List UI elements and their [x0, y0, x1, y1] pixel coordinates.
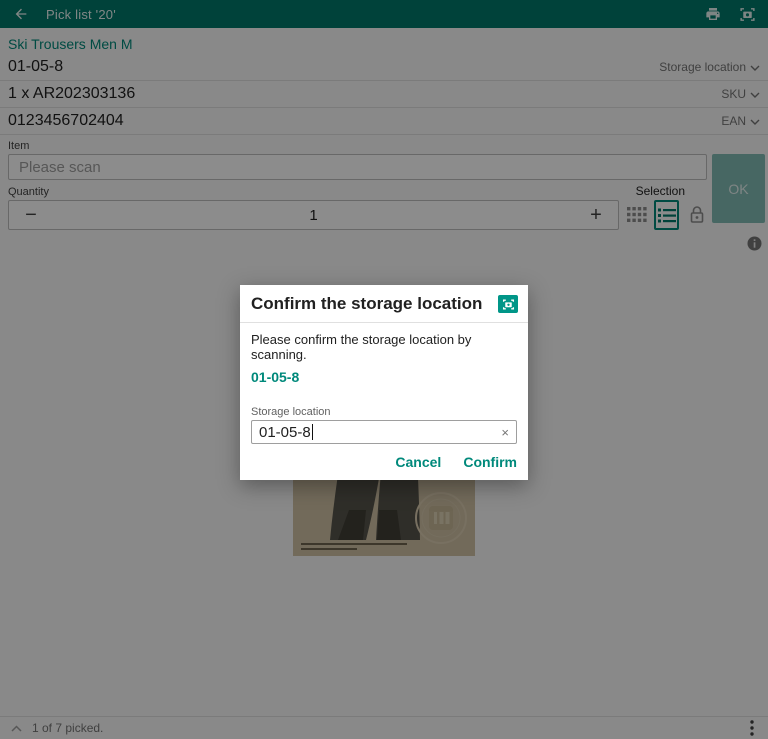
confirm-storage-dialog: Confirm the storage location Please conf…: [240, 285, 528, 480]
dialog-input-value: 01-05-8: [259, 423, 311, 441]
confirm-button[interactable]: Confirm: [463, 454, 517, 470]
dialog-location: 01-05-8: [251, 369, 300, 385]
dialog-body: Please confirm the storage location by s…: [240, 323, 528, 444]
dialog-message: Please confirm the storage location by s…: [251, 332, 472, 362]
cancel-button[interactable]: Cancel: [395, 454, 441, 470]
dialog-storage-input[interactable]: 01-05-8 ×: [251, 420, 517, 444]
pick-list-screen: Pick list '20' Ski Trousers Men M 01-05-…: [0, 0, 768, 739]
dialog-scan-icon[interactable]: [498, 295, 518, 313]
dialog-header: Confirm the storage location: [240, 285, 528, 322]
dialog-actions: Cancel Confirm: [240, 444, 528, 480]
text-caret: [311, 424, 314, 440]
dialog-input-label: Storage location: [251, 406, 331, 418]
clear-input-icon[interactable]: ×: [501, 426, 509, 439]
dialog-title: Confirm the storage location: [251, 294, 483, 313]
